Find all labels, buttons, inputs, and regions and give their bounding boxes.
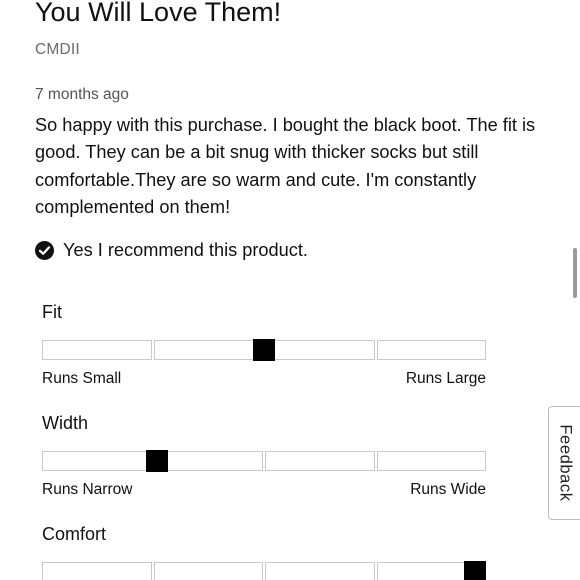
reviewer-name: CMDII xyxy=(35,41,80,58)
width-label: Width xyxy=(42,413,89,433)
review-title: You Will Love Them! xyxy=(35,0,282,27)
scale-segment xyxy=(265,451,375,471)
scale-segment xyxy=(42,340,152,360)
width-marker xyxy=(146,450,169,472)
review-date: 7 months ago xyxy=(35,86,129,103)
scale-segment xyxy=(42,451,152,471)
scale-segment xyxy=(153,562,263,580)
fit-marker xyxy=(253,339,275,361)
scale-segment xyxy=(265,562,375,580)
fit-scale xyxy=(42,339,486,361)
scale-segment xyxy=(376,451,486,471)
comfort-marker xyxy=(464,561,486,580)
scale-segment xyxy=(376,340,486,360)
comfort-label: Comfort xyxy=(42,524,107,544)
scale-segment xyxy=(153,451,263,471)
check-circle-icon xyxy=(35,241,54,260)
review-body: So happy with this purchase. I bought th… xyxy=(35,115,536,217)
scale-segment xyxy=(265,340,375,360)
scrollbar-thumb[interactable] xyxy=(573,248,577,298)
recommend-text: Yes I recommend this product. xyxy=(63,240,308,260)
fit-low-label: Runs Small xyxy=(42,370,122,387)
feedback-label: Feedback xyxy=(556,424,575,502)
scale-segment xyxy=(42,562,152,580)
feedback-tab[interactable]: Feedback xyxy=(548,406,580,520)
fit-high-label: Runs Large xyxy=(405,370,486,387)
fit-label: Fit xyxy=(42,302,62,322)
width-high-label: Runs Wide xyxy=(410,481,486,498)
width-scale xyxy=(42,450,486,472)
width-low-label: Runs Narrow xyxy=(42,481,133,498)
scale-segment xyxy=(153,340,263,360)
recommend-row: Yes I recommend this product. xyxy=(35,240,308,261)
comfort-scale xyxy=(42,561,486,580)
